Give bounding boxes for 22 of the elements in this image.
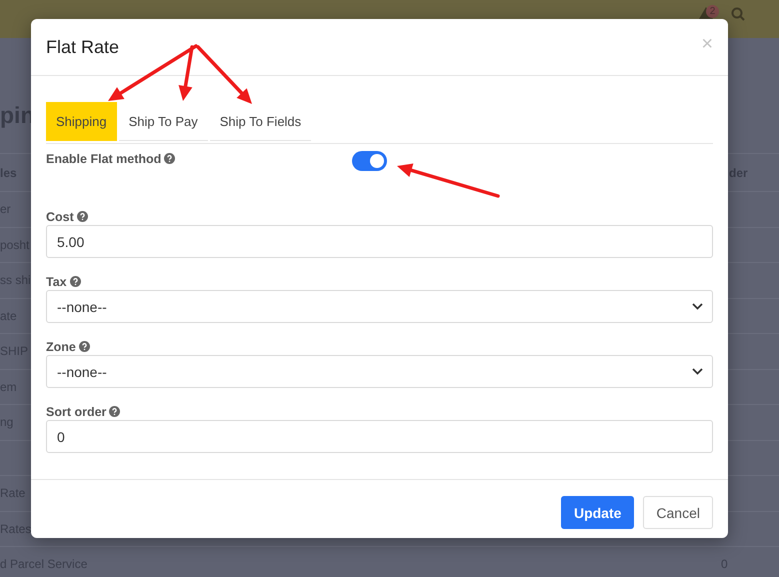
dialog-title: Flat Rate [46,36,120,58]
update-button[interactable]: Update [560,496,634,529]
select-field[interactable]: --none-- [46,290,713,323]
select-field[interactable]: --none-- [46,355,713,388]
field-label: Sort order [46,405,106,419]
field-label: Cost [46,210,74,224]
tab[interactable]: Shipping [46,102,117,141]
help-icon [164,153,176,164]
chevron-down-icon [692,303,703,310]
chevron-down-icon [692,368,703,375]
field-label: Zone [46,340,76,354]
field-label: Tax [46,275,67,289]
input-field[interactable]: 5.00 [46,225,713,258]
search-icon[interactable] [731,7,745,21]
help-icon [78,341,90,352]
help-icon [76,211,88,222]
help-icon [70,276,81,287]
field-label: Enable Flat method [46,152,162,166]
input-field[interactable]: 0 [46,420,713,453]
toggle-switch[interactable] [352,151,387,171]
cancel-button[interactable]: Cancel [643,496,713,529]
help-icon [109,406,120,417]
